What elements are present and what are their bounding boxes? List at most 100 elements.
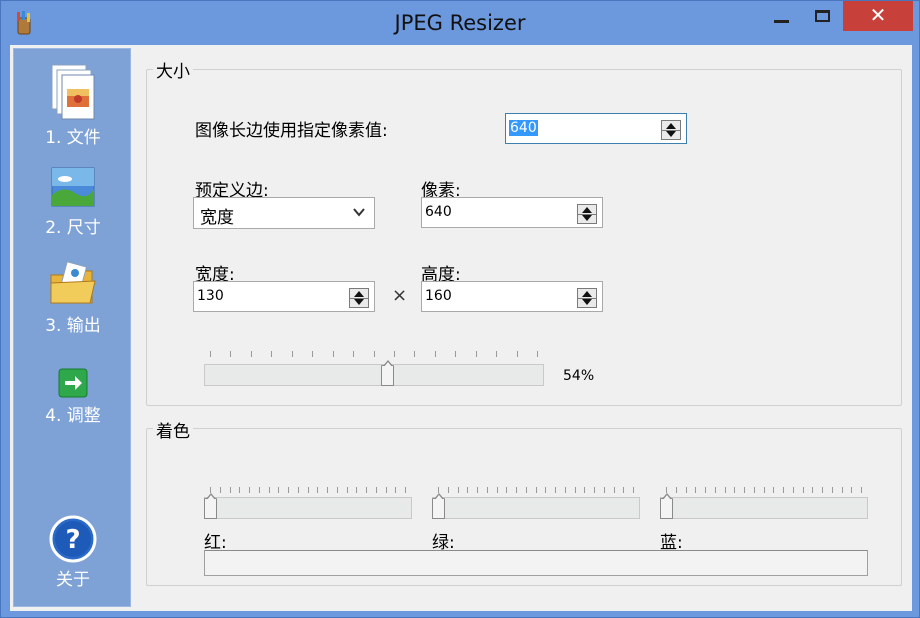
pixels-value: 640 xyxy=(425,204,452,220)
slider-tick xyxy=(336,487,338,493)
slider-tick xyxy=(633,487,634,493)
slider-tick xyxy=(584,487,586,493)
stepper-down-icon xyxy=(582,215,592,221)
stepper-up-icon xyxy=(354,291,364,297)
tint-color-preview xyxy=(204,550,868,576)
slider-tick xyxy=(288,487,289,493)
slider-tick xyxy=(239,487,241,493)
slider-tick xyxy=(307,487,309,493)
client-area: 1. 文件 2. 尺寸 3. 输出 4. 调整 ? 关于 大小 图像长边使用指定… xyxy=(10,45,912,611)
slider-tick xyxy=(516,351,518,357)
height-stepper[interactable] xyxy=(577,288,597,308)
slider-tick xyxy=(366,487,367,493)
slider-thumb[interactable] xyxy=(380,360,394,386)
slider-tick xyxy=(623,487,625,493)
maximize-button[interactable] xyxy=(809,1,837,33)
slider-tick xyxy=(457,487,459,493)
long-side-stepper[interactable] xyxy=(661,120,681,140)
slider-tick xyxy=(555,487,556,493)
slider-tick xyxy=(447,487,449,493)
slider-track[interactable] xyxy=(432,497,640,519)
slider-tick xyxy=(467,487,469,493)
slider-tick xyxy=(353,351,355,357)
slider-tick xyxy=(724,487,726,493)
slider-tick xyxy=(753,487,755,493)
slider-tick xyxy=(297,487,299,493)
slider-ticks xyxy=(432,487,640,493)
sidebar-item-output[interactable]: 3. 输出 xyxy=(14,261,132,336)
times-symbol: × xyxy=(392,285,408,306)
slider-tick xyxy=(613,487,615,493)
width-stepper[interactable] xyxy=(349,288,369,308)
slider-tick xyxy=(486,487,488,493)
slider-thumb[interactable] xyxy=(204,493,217,519)
red-slider[interactable] xyxy=(204,487,412,521)
slider-thumb[interactable] xyxy=(432,493,445,519)
width-input[interactable]: 130 xyxy=(193,281,375,312)
preset-side-value: 宽度 xyxy=(200,208,234,228)
slider-track[interactable] xyxy=(204,364,544,386)
slider-tick xyxy=(506,487,508,493)
stepper-down-icon xyxy=(354,299,364,305)
long-side-value: 640 xyxy=(509,120,538,136)
slider-tick xyxy=(278,487,280,493)
app-window: JPEG Resizer ✕ 1. 文件 2. 尺寸 3. 输出 4. 调整 ?… xyxy=(0,0,920,618)
slider-tick xyxy=(393,351,395,357)
slider-tick xyxy=(414,351,416,357)
blue-slider[interactable] xyxy=(660,487,868,521)
slider-tick xyxy=(271,351,273,357)
slider-track[interactable] xyxy=(660,497,868,519)
slider-tick xyxy=(564,487,566,493)
slider-tick xyxy=(734,487,736,493)
slider-tick xyxy=(375,487,377,493)
slider-tick xyxy=(812,487,814,493)
close-button[interactable]: ✕ xyxy=(843,1,913,31)
sidebar: 1. 文件 2. 尺寸 3. 输出 4. 调整 ? 关于 xyxy=(13,48,131,607)
slider-tick xyxy=(675,487,677,493)
close-icon: ✕ xyxy=(869,5,887,27)
slider-tick xyxy=(219,487,221,493)
title-bar[interactable]: JPEG Resizer ✕ xyxy=(1,1,919,45)
slider-track[interactable] xyxy=(204,497,412,519)
green-slider[interactable] xyxy=(432,487,640,521)
slider-tick xyxy=(249,487,250,493)
minimize-icon xyxy=(774,20,789,23)
slider-tick xyxy=(744,487,745,493)
slider-tick xyxy=(496,487,498,493)
slider-tick xyxy=(545,487,547,493)
slider-tick xyxy=(346,487,348,493)
stepper-up-icon xyxy=(582,207,592,213)
slider-tick xyxy=(525,487,527,493)
sidebar-item-adjust[interactable]: 4. 调整 xyxy=(14,367,132,426)
size-group-title: 大小 xyxy=(153,57,193,82)
slider-tick xyxy=(861,487,862,493)
preset-side-select[interactable]: 宽度 xyxy=(193,197,375,229)
slider-tick xyxy=(385,487,387,493)
long-side-input[interactable]: 640 xyxy=(505,113,687,144)
sidebar-item-label: 1. 文件 xyxy=(45,128,101,148)
sidebar-item-label: 2. 尺寸 xyxy=(45,218,101,238)
slider-tick xyxy=(763,487,765,493)
long-side-label: 图像长边使用指定像素值: xyxy=(195,121,388,141)
slider-tick xyxy=(792,487,794,493)
width-value: 130 xyxy=(197,288,224,304)
scale-percent-label: 54% xyxy=(563,368,595,384)
pixels-stepper[interactable] xyxy=(577,204,597,224)
slider-tick xyxy=(405,487,406,493)
sidebar-item-files[interactable]: 1. 文件 xyxy=(14,63,132,148)
files-icon xyxy=(51,64,95,120)
slider-tick xyxy=(537,351,538,357)
minimize-button[interactable] xyxy=(767,1,795,33)
sidebar-item-about[interactable]: ? 关于 xyxy=(14,515,132,590)
height-input[interactable]: 160 xyxy=(421,281,603,312)
output-folder-icon xyxy=(50,261,96,304)
slider-tick xyxy=(475,351,477,357)
slider-tick xyxy=(535,487,537,493)
stepper-up-icon xyxy=(666,123,676,129)
picture-size-icon xyxy=(51,167,95,207)
scale-slider[interactable] xyxy=(204,351,544,389)
sidebar-item-size[interactable]: 2. 尺寸 xyxy=(14,165,132,238)
slider-thumb[interactable] xyxy=(660,493,673,519)
pixels-input[interactable]: 640 xyxy=(421,197,603,228)
stepper-up-icon xyxy=(582,291,592,297)
